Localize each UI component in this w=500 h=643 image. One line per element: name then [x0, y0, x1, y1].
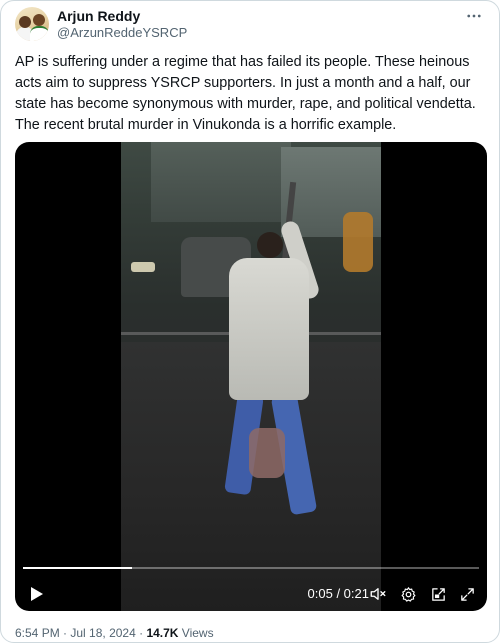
popout-button[interactable] — [427, 580, 449, 608]
video-progress-bar[interactable] — [23, 567, 479, 569]
settings-button[interactable] — [397, 580, 419, 608]
video-time: 0:05 / 0:21 — [307, 586, 369, 601]
views-count: 14.7K — [146, 626, 179, 640]
tweet-time[interactable]: 6:54 PM — [15, 626, 60, 640]
tweet-meta: 6:54 PM · Jul 18, 2024 · 14.7K Views — [15, 625, 214, 641]
tweet-date[interactable]: Jul 18, 2024 — [70, 626, 135, 640]
volume-muted-icon — [370, 588, 386, 600]
avatar[interactable] — [15, 7, 49, 41]
views-label: Views — [178, 626, 214, 640]
picture-in-picture-icon — [431, 587, 445, 601]
more-options-button[interactable] — [463, 5, 485, 27]
mute-button[interactable] — [367, 580, 389, 608]
tweet-text: AP is suffering under a regime that has … — [15, 54, 476, 133]
fullscreen-button[interactable] — [455, 580, 479, 608]
fullscreen-icon — [460, 587, 474, 601]
gear-icon — [401, 586, 415, 602]
more-horizontal-icon — [467, 14, 481, 18]
tweet-card: Arjun Reddy @ArzunReddeYSRCP AP is suffe… — [0, 0, 500, 643]
author-name[interactable]: Arjun Reddy — [57, 8, 140, 24]
video-player[interactable]: 0:05 / 0:21 — [15, 142, 487, 611]
video-progress-fill — [23, 567, 132, 569]
meta-separator: · — [135, 626, 147, 640]
meta-separator: · — [59, 626, 71, 640]
video-frame[interactable] — [121, 142, 381, 611]
play-icon — [31, 587, 43, 601]
author-handle[interactable]: @ArzunReddeYSRCP — [57, 25, 187, 41]
video-controls: 0:05 / 0:21 — [15, 580, 487, 608]
play-button[interactable] — [23, 580, 51, 608]
